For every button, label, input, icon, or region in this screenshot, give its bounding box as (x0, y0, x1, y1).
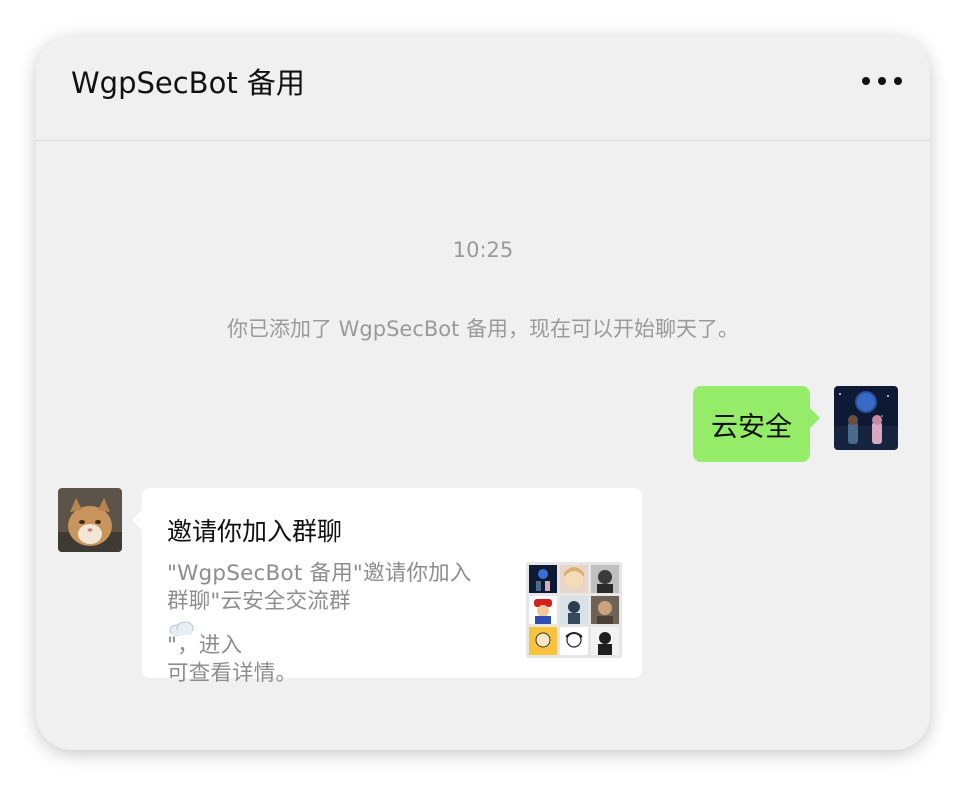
self-avatar-image (834, 386, 898, 450)
member-avatar (591, 596, 619, 624)
member-avatar (591, 565, 619, 593)
description-line: 群聊"云安全交流群 "，进入 (167, 588, 507, 660)
more-options-button[interactable] (862, 70, 902, 92)
cat-avatar-image (58, 488, 122, 552)
avatar[interactable] (58, 488, 122, 552)
description-line: 可查看详情。 (167, 661, 298, 686)
member-avatar (560, 627, 588, 655)
member-avatar (529, 565, 557, 593)
description-line: "WgpSecBot 备用"邀请你加入 (167, 561, 472, 586)
invite-card-description: "WgpSecBot 备用"邀请你加入 群聊"云安全交流群 "，进入 可查看详情。 (167, 560, 507, 688)
chat-header: WgpSecBot 备用 (36, 36, 930, 141)
group-avatar-grid (526, 562, 622, 658)
chat-window: WgpSecBot 备用 10:25 你已添加了 WgpSecBot 备用，现在… (36, 36, 930, 750)
chat-title: WgpSecBot 备用 (71, 66, 305, 100)
sent-message-bubble[interactable]: 云安全 (693, 386, 820, 462)
message-timestamp: 10:25 (452, 238, 514, 262)
member-avatar (591, 627, 619, 655)
more-dot (894, 77, 902, 85)
member-avatar (560, 565, 588, 593)
group-invite-card[interactable]: 邀请你加入群聊 "WgpSecBot 备用"邀请你加入 群聊"云安全交流群 "，进… (132, 488, 642, 686)
description-line-text: "，进入 (167, 633, 243, 658)
member-avatar (560, 596, 588, 624)
member-avatar (529, 627, 557, 655)
more-dots-icon (862, 77, 870, 85)
invite-card-title: 邀请你加入群聊 (167, 517, 343, 546)
more-dot (878, 77, 886, 85)
avatar[interactable] (834, 386, 898, 450)
description-line-text: 群聊"云安全交流群 (167, 589, 351, 614)
cloud-icon (168, 616, 196, 636)
member-avatar (529, 596, 557, 624)
system-message: 你已添加了 WgpSecBot 备用，现在可以开始聊天了。 (226, 317, 740, 341)
message-text: 云安全 (711, 411, 792, 443)
